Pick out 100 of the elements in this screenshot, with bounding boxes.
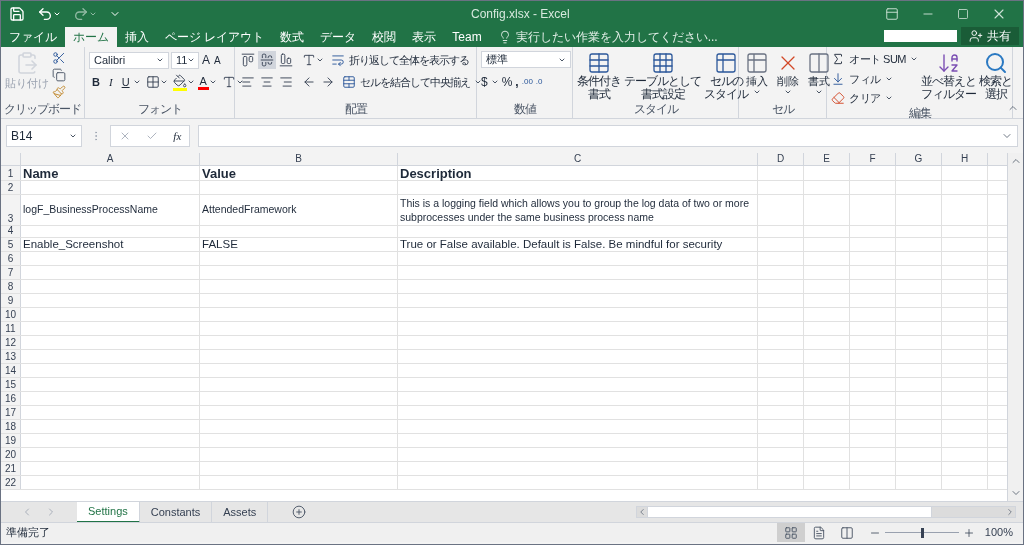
currency-button[interactable]: $ xyxy=(481,73,488,91)
row-header[interactable]: 21 xyxy=(1,462,21,475)
underline-button[interactable]: U xyxy=(118,73,133,91)
cell-style-icon[interactable] xyxy=(714,51,738,75)
row-header[interactable]: 19 xyxy=(1,434,21,447)
zoom-level[interactable]: 100% xyxy=(974,524,1023,541)
ribbon-tab[interactable]: 挿入 xyxy=(117,27,157,47)
columns-icon[interactable] xyxy=(807,51,831,75)
decrease-decimal-button[interactable]: .0 xyxy=(535,76,543,88)
save-icon[interactable] xyxy=(9,5,25,22)
ribbon-tab[interactable]: 表示 xyxy=(404,27,445,47)
share-button[interactable]: 共有 xyxy=(961,26,1019,45)
row-header[interactable]: 12 xyxy=(1,336,21,349)
column-header[interactable]: G xyxy=(896,153,942,165)
redo-icon[interactable] xyxy=(73,5,89,22)
row-header[interactable]: 7 xyxy=(1,266,21,279)
sheet-tab[interactable]: Settings xyxy=(77,501,140,523)
align-bottom-icon[interactable] xyxy=(279,53,293,67)
align-center-icon[interactable] xyxy=(260,75,274,89)
column-header[interactable]: F xyxy=(850,153,896,165)
conditional-format-icon[interactable] xyxy=(587,51,611,75)
column-header[interactable]: E xyxy=(804,153,850,165)
cell-button[interactable]: 削除 xyxy=(777,75,799,88)
row-header[interactable]: 17 xyxy=(1,406,21,419)
cell-button[interactable]: 書式 xyxy=(808,75,830,88)
merge-cells-icon[interactable] xyxy=(342,75,356,89)
align-right-icon[interactable] xyxy=(279,75,293,89)
row-header[interactable]: 3 xyxy=(1,195,21,225)
user-add-icon[interactable] xyxy=(969,28,983,43)
column-header[interactable]: B xyxy=(200,153,398,165)
page-icon[interactable] xyxy=(811,525,826,540)
column-header[interactable]: H xyxy=(942,153,988,165)
italic-button[interactable]: I xyxy=(105,73,116,91)
ribbon-tab[interactable]: データ xyxy=(312,27,365,47)
ribbon-tab[interactable]: ファイル xyxy=(1,27,65,47)
sigma-icon[interactable] xyxy=(831,52,845,67)
row-header[interactable]: 2 xyxy=(1,181,21,194)
copy-icon[interactable] xyxy=(52,68,66,82)
maximize-icon[interactable] xyxy=(957,7,969,20)
grow-font-button[interactable]: A xyxy=(201,51,211,69)
row-header[interactable]: 4 xyxy=(1,226,21,237)
column-header[interactable]: C xyxy=(398,153,758,165)
font-size-field[interactable]: 11 xyxy=(171,51,199,69)
grid-icon[interactable] xyxy=(783,525,798,540)
row-header[interactable]: 20 xyxy=(1,448,21,461)
cut-icon[interactable] xyxy=(52,51,66,65)
column-header[interactable]: A xyxy=(21,153,200,165)
bold-button[interactable]: B xyxy=(89,73,103,91)
formula-field[interactable] xyxy=(198,125,1018,147)
row-header[interactable]: 16 xyxy=(1,392,21,405)
row-header[interactable]: 6 xyxy=(1,252,21,265)
enter-icon[interactable] xyxy=(146,130,158,142)
horizontal-scrollbar[interactable] xyxy=(636,506,1017,518)
eraser-icon[interactable] xyxy=(831,91,845,106)
zoom-in-icon[interactable] xyxy=(962,526,975,539)
percent-button[interactable]: % xyxy=(501,73,513,91)
row-header[interactable]: 11 xyxy=(1,322,21,335)
ribbon-tab[interactable]: ホーム xyxy=(65,27,117,47)
new-sheet-icon[interactable] xyxy=(292,505,307,519)
table-icon[interactable] xyxy=(745,51,769,75)
font-color-button[interactable]: A xyxy=(197,74,209,90)
row-header[interactable]: 1 xyxy=(1,166,21,180)
zoom-slider[interactable] xyxy=(884,527,959,538)
autosum-button[interactable]: オート SUM xyxy=(849,51,906,68)
align-top-icon[interactable] xyxy=(241,53,255,67)
comma-button[interactable]: , xyxy=(515,73,519,91)
wrap-text-button[interactable]: 折り返して全体を表示する xyxy=(349,51,469,69)
ribbon-display-icon[interactable] xyxy=(885,6,899,21)
row-header[interactable]: 15 xyxy=(1,378,21,391)
fill-color-icon[interactable] xyxy=(172,73,187,88)
row-header[interactable]: 10 xyxy=(1,308,21,321)
insert-function-button[interactable]: fx xyxy=(173,127,182,145)
column-header[interactable]: D xyxy=(758,153,804,165)
table-format-icon[interactable] xyxy=(650,51,675,75)
align-left-icon[interactable] xyxy=(241,75,255,89)
font-name-field[interactable]: Calibri xyxy=(89,51,169,69)
account-field[interactable] xyxy=(884,29,957,42)
shrink-font-button[interactable]: A xyxy=(213,52,222,68)
tell-me-field[interactable]: 実行したい作業を入力してください... xyxy=(515,28,718,46)
row-header[interactable]: 9 xyxy=(1,294,21,307)
wrap-text-icon[interactable] xyxy=(331,53,345,67)
clipboard-icon[interactable] xyxy=(15,51,39,75)
row-header[interactable]: 22 xyxy=(1,476,21,489)
zoom-thumb[interactable] xyxy=(920,527,924,538)
cell-button[interactable]: 挿入 xyxy=(746,75,768,88)
increase-decimal-button[interactable]: .00 xyxy=(521,76,533,88)
row-header[interactable]: 13 xyxy=(1,350,21,363)
merge-center-button[interactable]: セルを結合して中央揃え xyxy=(360,73,470,91)
row-header[interactable]: 14 xyxy=(1,364,21,377)
columns-icon[interactable] xyxy=(839,525,854,540)
clear-button[interactable]: クリア xyxy=(849,90,881,107)
align-middle-icon[interactable] xyxy=(260,53,274,67)
row-header[interactable]: 8 xyxy=(1,280,21,293)
ribbon-tab[interactable]: ページ レイアウト xyxy=(157,27,273,47)
undo-icon[interactable] xyxy=(37,5,53,22)
format-painter-icon[interactable] xyxy=(52,85,66,99)
style-button[interactable]: 条件付き 書式 xyxy=(577,75,621,101)
borders-icon[interactable] xyxy=(145,75,160,89)
fill-down-icon[interactable] xyxy=(831,71,845,86)
ribbon-tab[interactable]: 校閲 xyxy=(364,27,405,47)
